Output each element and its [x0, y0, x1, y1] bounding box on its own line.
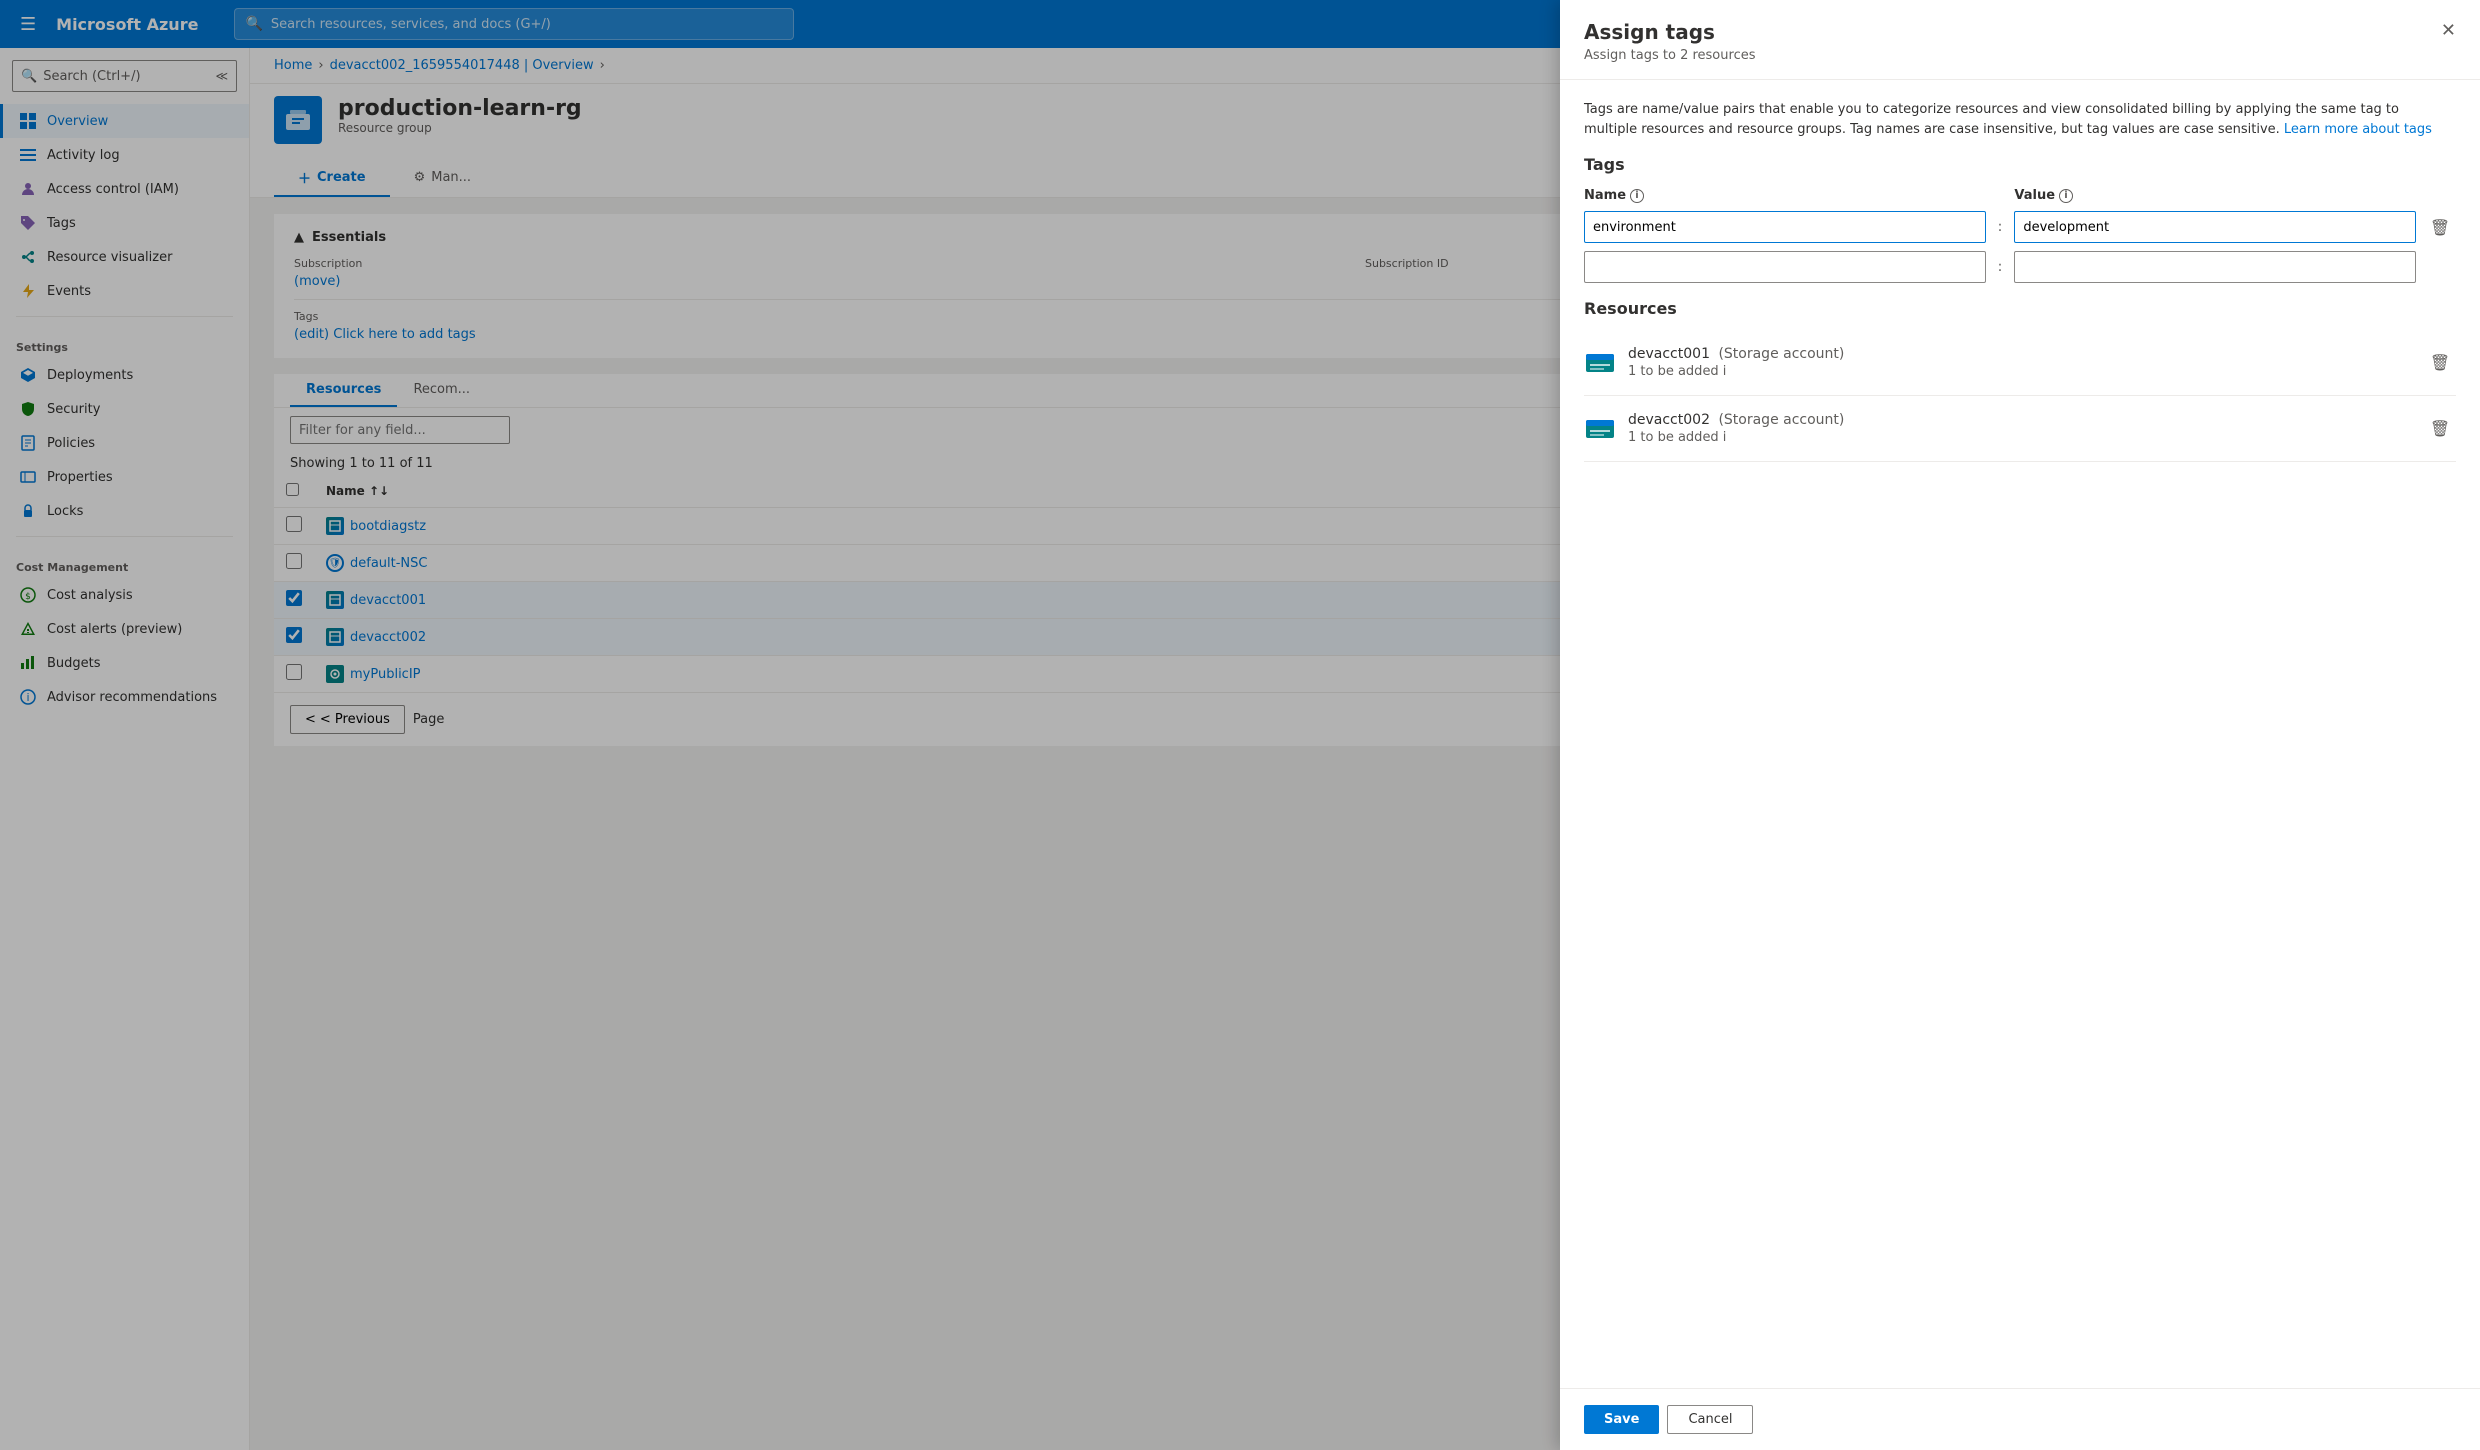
resource0-delete-btn[interactable]: 🗑 [2424, 346, 2456, 378]
resource-item-devacct002: devacct002 (Storage account) 1 to be add… [1584, 396, 2456, 462]
panel-close-btn[interactable]: ✕ [2437, 16, 2460, 45]
resource1-info-icon[interactable]: i [1723, 430, 1727, 445]
tag1-delete-btn[interactable]: 🗑 [2424, 211, 2456, 243]
resource0-info-icon[interactable]: i [1723, 364, 1727, 379]
tag1-value-input[interactable] [2014, 211, 2416, 243]
value-col-header: Value i [2014, 188, 2416, 203]
panel-footer: Save Cancel [1560, 1388, 2480, 1450]
save-button[interactable]: Save [1584, 1405, 1659, 1434]
panel-header: Assign tags Assign tags to 2 resources ✕ [1560, 0, 2480, 80]
tags-grid: Name i Value i : 🗑 : [1584, 188, 2456, 283]
tag2-value-input[interactable] [2014, 251, 2416, 283]
resource-item-icon-1 [1584, 412, 1616, 444]
resources-section-label: Resources [1584, 299, 2456, 318]
resource-item-info-0: devacct001 (Storage account) 1 to be add… [1628, 346, 2412, 379]
panel-description: Tags are name/value pairs that enable yo… [1584, 100, 2456, 139]
tag1-separator: : [1994, 219, 2007, 235]
name-info-icon[interactable]: i [1630, 189, 1644, 203]
tags-section-label: Tags [1584, 155, 2456, 174]
tag2-name-input[interactable] [1584, 251, 1986, 283]
panel-subtitle: Assign tags to 2 resources [1584, 48, 2456, 63]
resource-item-info-1: devacct002 (Storage account) 1 to be add… [1628, 412, 2412, 445]
cancel-button[interactable]: Cancel [1667, 1405, 1753, 1434]
panel-title: Assign tags [1584, 20, 2456, 44]
learn-more-link[interactable]: Learn more about tags [2284, 122, 2432, 137]
resource-item-name-1: devacct002 (Storage account) [1628, 412, 2412, 428]
resource-item-name-0: devacct001 (Storage account) [1628, 346, 2412, 362]
assign-tags-panel: Assign tags Assign tags to 2 resources ✕… [1560, 0, 2480, 1450]
resource-item-status-0: 1 to be added i [1628, 364, 2412, 379]
resource-item-icon-0 [1584, 346, 1616, 378]
resource1-delete-btn[interactable]: 🗑 [2424, 412, 2456, 444]
tag1-name-input[interactable] [1584, 211, 1986, 243]
name-col-header: Name i [1584, 188, 1986, 203]
resource-item-devacct001: devacct001 (Storage account) 1 to be add… [1584, 330, 2456, 396]
panel-body: Tags are name/value pairs that enable yo… [1560, 80, 2480, 1388]
resource-item-status-1: 1 to be added i [1628, 430, 2412, 445]
tag2-separator: : [1994, 259, 2007, 275]
value-info-icon[interactable]: i [2059, 189, 2073, 203]
